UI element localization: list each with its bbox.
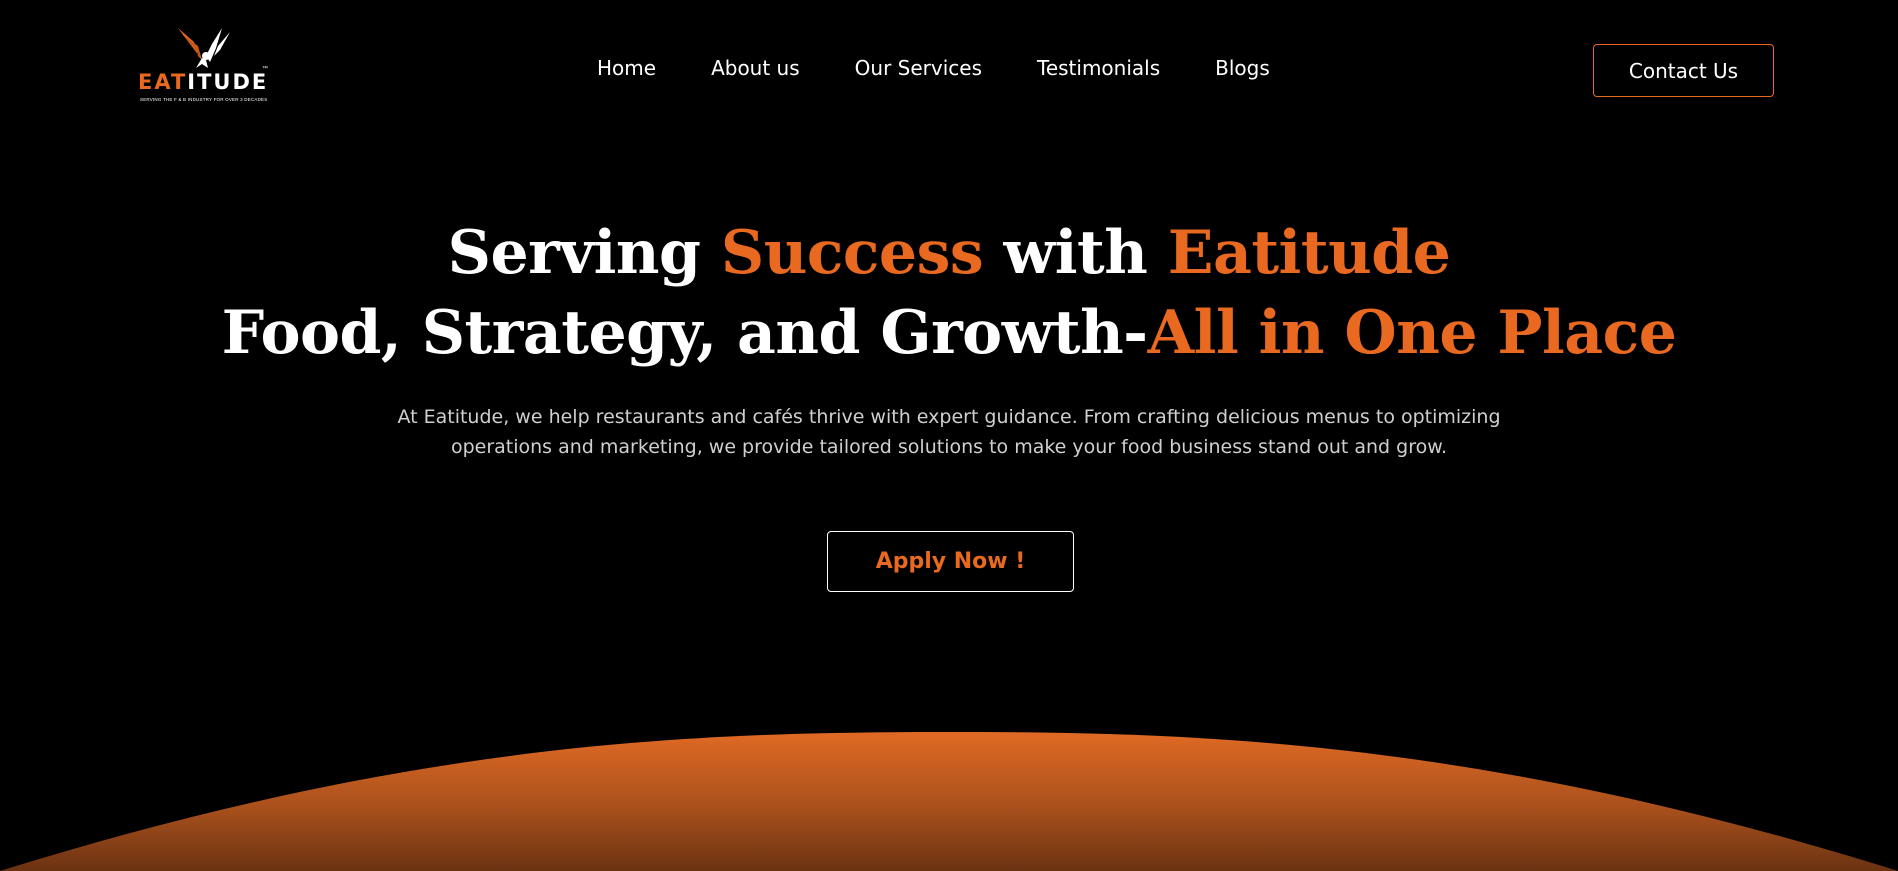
hero-title-line1: Serving Success with Eatitude bbox=[0, 218, 1898, 288]
nav-item-services[interactable]: Our Services bbox=[855, 56, 982, 80]
brand-tagline: SERVING THE F & B INDUSTRY FOR OVER 3 DE… bbox=[140, 97, 268, 102]
bird-logo-icon bbox=[178, 28, 230, 68]
main-nav: Home About us Our Services Testimonials … bbox=[597, 56, 1325, 80]
planet-arc-decoration bbox=[0, 732, 1898, 871]
hero-title-accent: Success bbox=[720, 218, 984, 288]
brand-wordmark-accent: EAT bbox=[138, 70, 188, 94]
hero-title-line2: Food, Strategy, and Growth-All in One Pl… bbox=[0, 298, 1898, 368]
brand-wordmark-rest: ITUDE bbox=[187, 70, 269, 94]
hero-title-text: with bbox=[983, 218, 1168, 288]
landing-page: EATITUDE ™ SERVING THE F & B INDUSTRY FO… bbox=[0, 0, 1898, 871]
hero-title-accent: Eatitude bbox=[1167, 218, 1451, 288]
hero-title-accent: All in One Place bbox=[1147, 298, 1677, 368]
apply-now-button[interactable]: Apply Now ! bbox=[827, 531, 1074, 592]
brand-logo[interactable]: EATITUDE ™ SERVING THE F & B INDUSTRY FO… bbox=[138, 26, 274, 106]
nav-item-blogs[interactable]: Blogs bbox=[1215, 56, 1270, 80]
brand-wordmark: EATITUDE bbox=[138, 70, 268, 94]
hero-subtitle: At Eatitude, we help restaurants and caf… bbox=[397, 406, 1501, 458]
nav-item-testimonials[interactable]: Testimonials bbox=[1037, 56, 1160, 80]
nav-item-home[interactable]: Home bbox=[597, 56, 656, 80]
hero-title-text: Food, Strategy, and Growth- bbox=[221, 298, 1148, 368]
brand-trademark: ™ bbox=[262, 66, 268, 72]
contact-button[interactable]: Contact Us bbox=[1593, 44, 1774, 97]
nav-item-about[interactable]: About us bbox=[711, 56, 800, 80]
hero-title-text: Serving bbox=[447, 218, 721, 288]
